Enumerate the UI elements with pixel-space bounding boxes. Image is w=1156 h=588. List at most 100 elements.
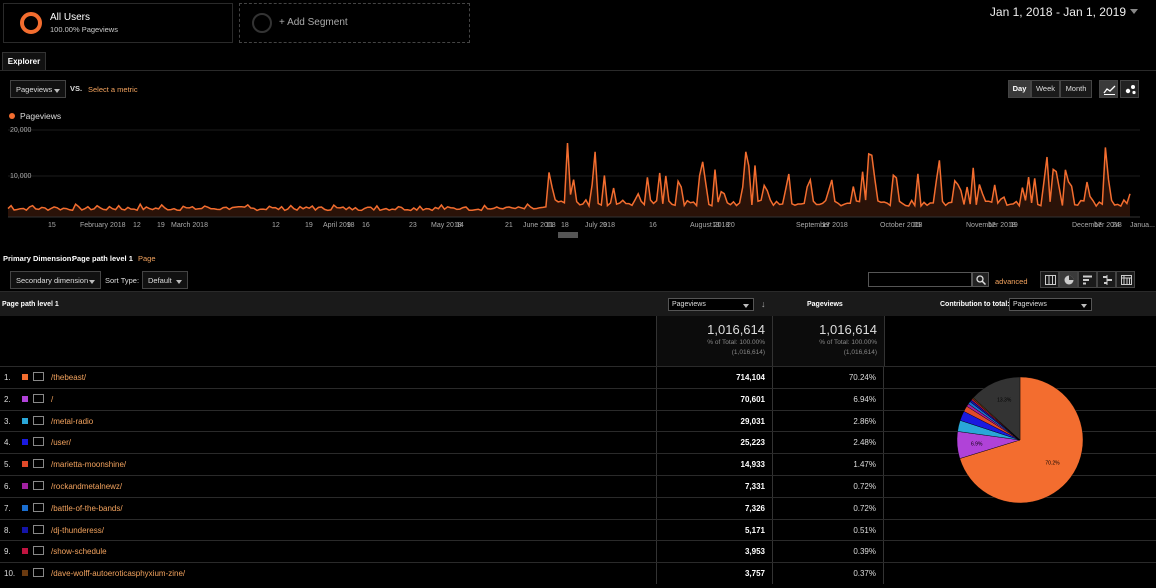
chevron-down-icon xyxy=(176,280,182,284)
row-contribution-percent: 0.72% xyxy=(772,497,884,519)
x-tick-label: 12 xyxy=(272,222,280,229)
row-pageviews: 3,757 xyxy=(656,563,772,584)
page-icon[interactable] xyxy=(33,502,44,512)
page-icon[interactable] xyxy=(33,437,44,447)
sort-type-value: Default xyxy=(148,276,172,285)
page-icon[interactable] xyxy=(33,568,44,578)
row-page-path-link[interactable]: /metal-radio xyxy=(51,417,93,426)
row-index: 5. xyxy=(4,460,11,470)
granularity-week-button[interactable]: Week xyxy=(1031,80,1060,98)
page-icon[interactable] xyxy=(33,459,44,469)
x-tick-label: 17 xyxy=(1094,222,1102,229)
row-page-path-link[interactable]: /user/ xyxy=(51,438,71,447)
segment-ring-icon xyxy=(20,12,42,34)
table-search-input[interactable] xyxy=(868,272,972,287)
page-icon[interactable] xyxy=(33,415,44,425)
row-color-swatch xyxy=(22,461,28,468)
metric-column-select[interactable]: Pageviews xyxy=(668,298,754,311)
page-icon[interactable] xyxy=(33,372,44,381)
y-tick-label: 10,000 xyxy=(10,173,32,180)
add-segment-ring-icon xyxy=(252,13,272,33)
advanced-filter-link[interactable]: advanced xyxy=(995,277,1028,286)
page-icon[interactable] xyxy=(33,480,44,490)
row-pageviews: 7,331 xyxy=(656,475,772,497)
sort-type-label: Sort Type: xyxy=(105,276,140,285)
table-row: 8. /dj-thunderess/5,171 0.51% xyxy=(0,518,1156,541)
row-page-path-link[interactable]: /thebeast/ xyxy=(51,373,86,382)
contribution-pie-chart: 70.2% 6.9% 13.3% xyxy=(956,376,1084,504)
row-contribution-percent: 0.37% xyxy=(772,563,884,584)
date-range-picker[interactable]: Jan 1, 2018 - Jan 1, 2019 xyxy=(990,5,1126,19)
secondary-dimension-label: Secondary dimension xyxy=(16,276,89,285)
granularity-day-button[interactable]: Day xyxy=(1008,80,1031,98)
segment-all-users[interactable]: All Users 100.00% Pageviews xyxy=(3,3,233,43)
row-color-swatch xyxy=(22,417,28,424)
x-tick-labels: 15 February 2018 12 19 March 2018 12 19 April 2… xyxy=(48,222,1155,229)
page-icon[interactable] xyxy=(33,393,44,403)
add-segment-button[interactable]: + Add Segment xyxy=(239,3,470,43)
row-index: 10. xyxy=(4,569,16,579)
total-pageviews-cell: 1,016,614 % of Total: 100.00% (1,016,614… xyxy=(656,316,772,366)
x-tick-label: 15 xyxy=(48,222,56,229)
table-row: 9. /show-schedule 3,953 0.39% xyxy=(0,540,1156,563)
y-tick-label: 20,000 xyxy=(10,127,32,134)
x-tick-label: 13 xyxy=(712,222,720,229)
dimension-column-header[interactable]: Page path level 1 xyxy=(2,301,59,308)
total-percent: % of Total: 100.00% xyxy=(707,339,765,346)
row-index: 3. xyxy=(4,416,11,426)
search-button[interactable] xyxy=(972,272,989,287)
add-segment-label: + Add Segment xyxy=(279,17,348,28)
row-page-path-link[interactable]: /dj-thunderess/ xyxy=(51,526,104,535)
total-contribution-cell: 1,016,614 % of Total: 100.00% (1,016,614… xyxy=(772,316,884,366)
total-percent: % of Total: 100.00% xyxy=(819,339,877,346)
row-page-path-link[interactable]: /marietta-moonshine/ xyxy=(51,460,126,469)
view-comparison-button[interactable] xyxy=(1097,271,1116,288)
row-page-path-link[interactable]: / xyxy=(51,395,53,404)
page-icon[interactable] xyxy=(33,524,44,534)
x-tick-label: 14 xyxy=(456,222,464,229)
view-table-button[interactable] xyxy=(1040,271,1059,288)
primary-dimension-current: Page path level 1 xyxy=(72,254,133,263)
pageviews-column-header[interactable]: Pageviews xyxy=(807,301,843,308)
row-page-path-link[interactable]: /dave-wolff-autoeroticasphyxium-zine/ xyxy=(51,569,185,578)
sort-type-select[interactable]: Default xyxy=(142,271,188,289)
line-chart-button[interactable] xyxy=(1099,80,1118,98)
search-icon xyxy=(976,275,986,285)
x-tick-label: 19 xyxy=(305,222,313,229)
x-tick-label: 19 xyxy=(1010,222,1018,229)
contribution-select[interactable]: Pageviews xyxy=(1009,298,1092,311)
date-range-caret-icon[interactable] xyxy=(1130,9,1138,14)
row-contribution-percent: 0.39% xyxy=(772,541,884,563)
select-metric-link[interactable]: Select a metric xyxy=(88,85,138,94)
x-tick-label: 19 xyxy=(157,222,165,229)
row-page-path-link[interactable]: /rockandmetalnewz/ xyxy=(51,482,122,491)
primary-dimension-page-link[interactable]: Page xyxy=(138,254,156,263)
metric-column-select-value: Pageviews xyxy=(672,301,706,308)
primary-metric-select[interactable]: Pageviews xyxy=(10,80,66,98)
total-absolute: (1,016,614) xyxy=(843,349,877,356)
vs-label: VS. xyxy=(70,84,83,93)
row-contribution-percent: 0.51% xyxy=(772,519,884,541)
legend-pageviews-dot xyxy=(9,113,15,119)
x-tick-label: 21 xyxy=(505,222,513,229)
x-tick-label: 15 xyxy=(913,222,921,229)
row-page-path-link[interactable]: /battle-of-the-bands/ xyxy=(51,504,123,513)
row-contribution-percent: 6.94% xyxy=(772,388,884,410)
view-performance-button[interactable] xyxy=(1078,271,1097,288)
row-color-swatch xyxy=(22,482,28,489)
motion-chart-button[interactable] xyxy=(1120,80,1139,98)
granularity-month-button[interactable]: Month xyxy=(1060,80,1092,98)
view-pie-button[interactable] xyxy=(1059,271,1078,288)
view-pivot-button[interactable] xyxy=(1116,271,1135,288)
row-page-path-link[interactable]: /show-schedule xyxy=(51,547,107,556)
page-icon[interactable] xyxy=(33,546,44,556)
sort-descending-icon[interactable]: ↓ xyxy=(761,299,766,309)
x-tick-label: 16 xyxy=(362,222,370,229)
chevron-down-icon xyxy=(743,304,749,308)
line-chart-icon xyxy=(1103,85,1116,95)
secondary-dimension-select[interactable]: Secondary dimension xyxy=(10,271,101,289)
chart-scroll-handle[interactable] xyxy=(558,232,578,238)
row-pageviews: 70,601 xyxy=(656,388,772,410)
row-contribution-percent: 2.48% xyxy=(772,432,884,454)
tab-explorer[interactable]: Explorer xyxy=(2,52,46,71)
